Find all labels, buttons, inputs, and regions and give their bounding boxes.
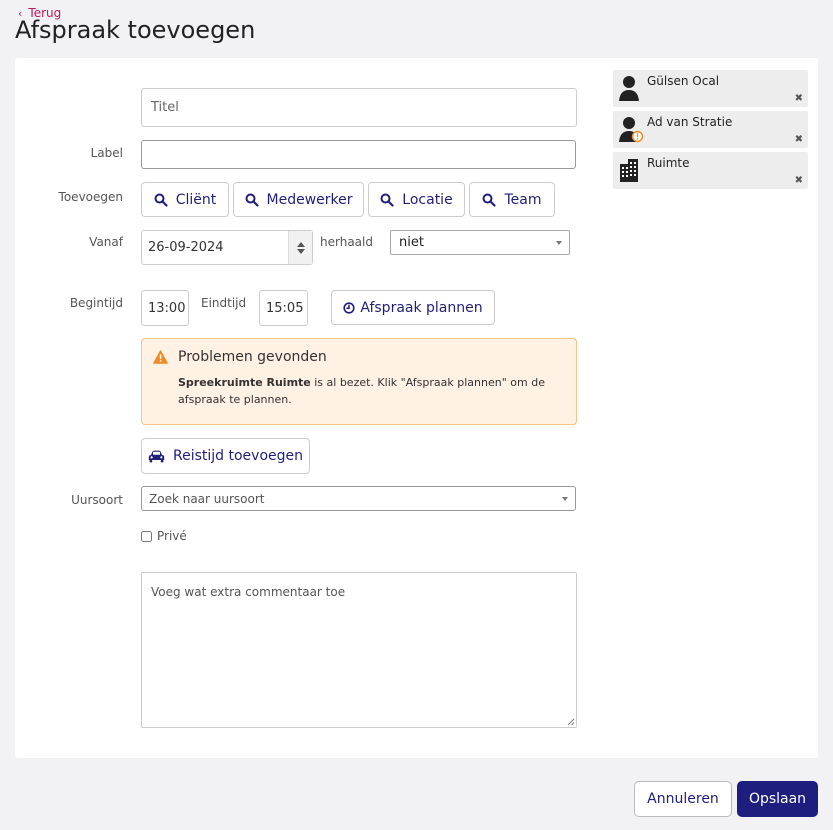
participant-card: Gülsen Ocal ✖ (613, 70, 808, 107)
private-checkbox[interactable] (141, 530, 152, 542)
participant-name: Gülsen Ocal (647, 74, 720, 88)
hour-type-label: Uursoort (71, 493, 123, 507)
add-team-label: Team (504, 191, 542, 208)
participant-card: Ad van Stratie ✖ (613, 111, 808, 148)
remove-icon[interactable]: ✖ (795, 135, 803, 145)
label-input[interactable] (141, 140, 576, 169)
chevron-down-icon (562, 496, 568, 501)
add-client-button[interactable]: Cliënt (141, 182, 229, 217)
page-title: Afspraak toevoegen (15, 16, 256, 44)
stepper-up-icon (296, 241, 305, 247)
add-travel-time-button[interactable]: Reistijd toevoegen (141, 438, 310, 474)
participant-name: Ad van Stratie (647, 115, 733, 129)
stepper-down-icon (296, 248, 305, 254)
plan-appointment-label: Afspraak plannen (360, 299, 483, 316)
add-employee-label: Medewerker (266, 191, 353, 208)
date-stepper[interactable] (288, 231, 312, 264)
participant-name: Ruimte (647, 156, 690, 170)
chevron-down-icon (556, 240, 562, 245)
car-icon (148, 450, 165, 462)
start-time-input[interactable]: 13:00 (141, 290, 189, 326)
repeat-select[interactable]: niet (390, 230, 570, 255)
save-button[interactable]: Opslaan (737, 781, 818, 817)
alert-title: Problemen gevonden (178, 349, 327, 365)
person-icon (619, 117, 644, 143)
hour-type-select[interactable]: Zoek naar uursoort (141, 486, 576, 511)
clock-icon (343, 301, 355, 314)
remove-icon[interactable]: ✖ (795, 176, 803, 186)
end-time-label: Eindtijd (201, 296, 247, 310)
search-icon (154, 193, 168, 207)
comment-textarea[interactable] (141, 572, 577, 728)
add-team-button[interactable]: Team (469, 182, 555, 217)
remove-icon[interactable]: ✖ (795, 94, 803, 104)
end-time-input[interactable]: 15:05 (259, 290, 308, 326)
title-input[interactable] (141, 88, 577, 127)
add-travel-time-label: Reistijd toevoegen (172, 448, 303, 464)
warning-icon (153, 350, 168, 364)
problems-alert: Problemen gevonden Spreekruimte Ruimte i… (141, 338, 577, 425)
add-employee-button[interactable]: Medewerker (233, 182, 364, 217)
alert-message: Spreekruimte Ruimte is al bezet. Klik "A… (178, 374, 568, 408)
label-label: Label (90, 146, 123, 160)
appointment-form-card: Label Toevoegen Cliënt Medewerker Locati… (15, 58, 818, 758)
end-time-value: 15:05 (266, 300, 304, 316)
date-input[interactable]: 26-09-2024 (141, 230, 313, 265)
repeat-value: niet (399, 235, 424, 250)
person-icon (619, 76, 639, 101)
search-icon (482, 193, 497, 207)
add-label: Toevoegen (58, 190, 123, 204)
from-label: Vanaf (89, 235, 123, 249)
building-icon (620, 159, 638, 182)
search-icon (245, 193, 259, 207)
date-value: 26-09-2024 (148, 240, 224, 255)
start-time-label: Begintijd (69, 296, 123, 310)
add-location-label: Locatie (402, 191, 453, 208)
hour-type-placeholder: Zoek naar uursoort (149, 491, 265, 506)
search-icon (380, 193, 394, 207)
resize-grip-icon[interactable] (567, 718, 575, 726)
add-location-button[interactable]: Locatie (368, 182, 465, 217)
alert-room-name: Spreekruimte Ruimte (178, 376, 311, 389)
private-label: Privé (157, 529, 187, 543)
repeat-label: herhaald (320, 235, 373, 249)
plan-appointment-button[interactable]: Afspraak plannen (331, 290, 495, 325)
start-time-value: 13:00 (148, 300, 186, 316)
private-checkbox-row[interactable]: Privé (141, 529, 187, 543)
add-client-label: Cliënt (175, 191, 217, 208)
participant-card: Ruimte ✖ (613, 152, 808, 189)
cancel-button[interactable]: Annuleren (634, 781, 732, 817)
